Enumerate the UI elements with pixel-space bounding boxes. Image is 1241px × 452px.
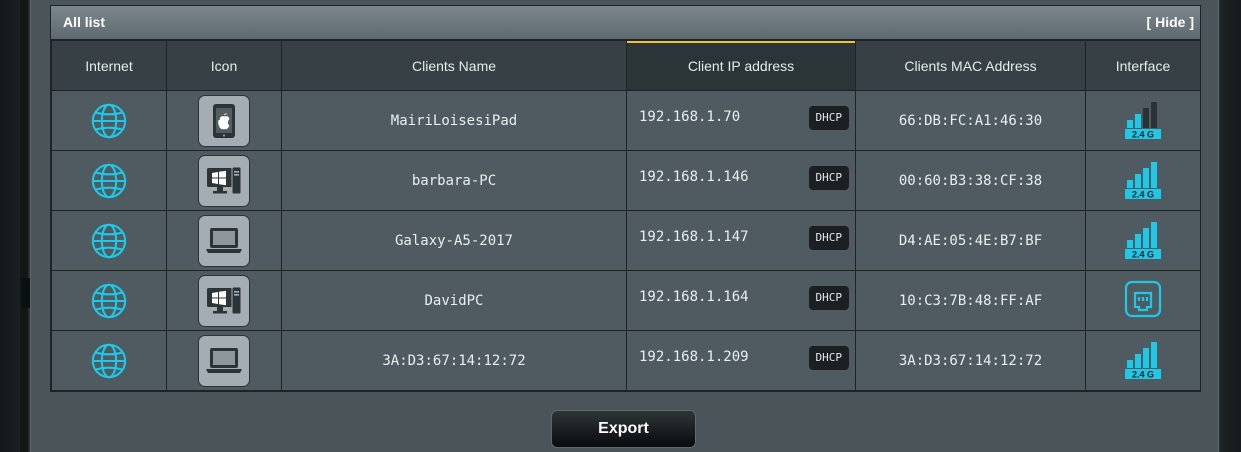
client-list: All list [ Hide ] Internet Icon Clients Na… (50, 5, 1201, 392)
client-name[interactable]: DavidPC (281, 270, 627, 331)
ip-address: 192.168.1.164 (639, 289, 749, 305)
table-row: MairiLoisesiPad 192.168.1.70 DHCP 66:DB:… (51, 90, 1201, 151)
ip-address: 192.168.1.209 (639, 349, 749, 365)
client-name[interactable]: MairiLoisesiPad (281, 90, 627, 151)
table-body: MairiLoisesiPad 192.168.1.70 DHCP 66:DB:… (51, 90, 1201, 391)
column-header-interface[interactable]: Interface (1085, 40, 1201, 91)
column-header-client-ip-address[interactable]: Client IP address (626, 40, 856, 91)
column-header-clients-name[interactable]: Clients Name (281, 40, 627, 91)
ip-cell: 192.168.1.164 DHCP (626, 270, 856, 331)
internet-cell (51, 90, 167, 151)
windows-pc-icon[interactable] (198, 154, 250, 207)
svg-text:2.4 G: 2.4 G (1132, 189, 1154, 199)
laptop-icon[interactable] (198, 214, 250, 267)
windows-pc-icon[interactable] (198, 274, 250, 327)
ip-address: 192.168.1.146 (639, 169, 749, 185)
hide-link[interactable]: [ Hide ] (1147, 6, 1194, 39)
laptop-icon[interactable] (198, 334, 250, 387)
table-row: barbara-PC 192.168.1.146 DHCP 00:60:B3:3… (51, 150, 1201, 211)
client-table: Internet Icon Clients Name Client IP addres… (51, 40, 1201, 391)
icon-cell (166, 210, 282, 271)
column-header-clients-mac-address[interactable]: Clients MAC Address (855, 40, 1086, 91)
dhcp-badge: DHCP (808, 226, 849, 250)
dhcp-badge: DHCP (808, 346, 849, 370)
client-name[interactable]: barbara-PC (281, 150, 627, 211)
mac-address: 00:60:B3:38:CF:38 (855, 150, 1086, 211)
table-row: DavidPC 192.168.1.164 DHCP 10:C3:7B:48:F… (51, 270, 1201, 331)
internet-cell (51, 270, 167, 331)
globe-icon[interactable] (90, 222, 128, 260)
outer-frame-right (1217, 0, 1241, 452)
mac-address: 3A:D3:67:14:12:72 (855, 330, 1086, 391)
dhcp-badge: DHCP (808, 166, 849, 190)
globe-icon[interactable] (90, 102, 128, 140)
icon-cell (166, 330, 282, 391)
client-name[interactable]: 3A:D3:67:14:12:72 (281, 330, 627, 391)
wifi-signal-icon: 2.4 G (1123, 218, 1163, 264)
ip-cell: 192.168.1.209 DHCP (626, 330, 856, 391)
dhcp-badge: DHCP (808, 106, 849, 130)
ip-address: 192.168.1.147 (639, 229, 749, 245)
globe-icon[interactable] (90, 162, 128, 200)
internet-cell (51, 210, 167, 271)
client-name[interactable]: Galaxy-A5-2017 (281, 210, 627, 271)
export-button[interactable]: Export (551, 410, 696, 448)
ip-cell: 192.168.1.70 DHCP (626, 90, 856, 151)
table-row: Galaxy-A5-2017 192.168.1.147 DHCP D4:AE:… (51, 210, 1201, 271)
mac-address: 66:DB:FC:A1:46:30 (855, 90, 1086, 151)
icon-cell (166, 90, 282, 151)
mac-address: 10:C3:7B:48:FF:AF (855, 270, 1086, 331)
interface-cell: 2.4 G (1085, 150, 1201, 211)
internet-cell (51, 150, 167, 211)
list-title: All list (63, 14, 106, 30)
tablet-icon[interactable] (198, 94, 250, 147)
svg-text:2.4 G: 2.4 G (1132, 369, 1154, 379)
list-header: All list [ Hide ] (51, 6, 1200, 40)
interface-cell (1085, 270, 1201, 331)
svg-text:2.4 G: 2.4 G (1132, 249, 1154, 259)
ip-cell: 192.168.1.146 DHCP (626, 150, 856, 211)
outer-frame-left (0, 0, 30, 452)
internet-cell (51, 330, 167, 391)
mac-address: D4:AE:05:4E:B7:BF (855, 210, 1086, 271)
wifi-signal-icon: 2.4 G (1123, 98, 1163, 144)
column-header-internet[interactable]: Internet (51, 40, 167, 91)
interface-cell: 2.4 G (1085, 330, 1201, 391)
wifi-signal-icon: 2.4 G (1123, 158, 1163, 204)
ip-cell: 192.168.1.147 DHCP (626, 210, 856, 271)
wifi-signal-icon: 2.4 G (1123, 338, 1163, 384)
icon-cell (166, 270, 282, 331)
icon-cell (166, 150, 282, 211)
client-list-panel: All list [ Hide ] Internet Icon Clients Na… (30, 0, 1219, 452)
globe-icon[interactable] (90, 282, 128, 320)
svg-text:2.4 G: 2.4 G (1132, 129, 1154, 139)
globe-icon[interactable] (90, 342, 128, 380)
interface-cell: 2.4 G (1085, 210, 1201, 271)
dhcp-badge: DHCP (808, 286, 849, 310)
ip-address: 192.168.1.70 (639, 109, 741, 125)
table-row: 3A:D3:67:14:12:72 192.168.1.209 DHCP 3A:… (51, 330, 1201, 391)
ethernet-icon (1123, 279, 1163, 323)
column-header-icon[interactable]: Icon (166, 40, 282, 91)
table-header-row: Internet Icon Clients Name Client IP addres… (51, 40, 1201, 91)
interface-cell: 2.4 G (1085, 90, 1201, 151)
